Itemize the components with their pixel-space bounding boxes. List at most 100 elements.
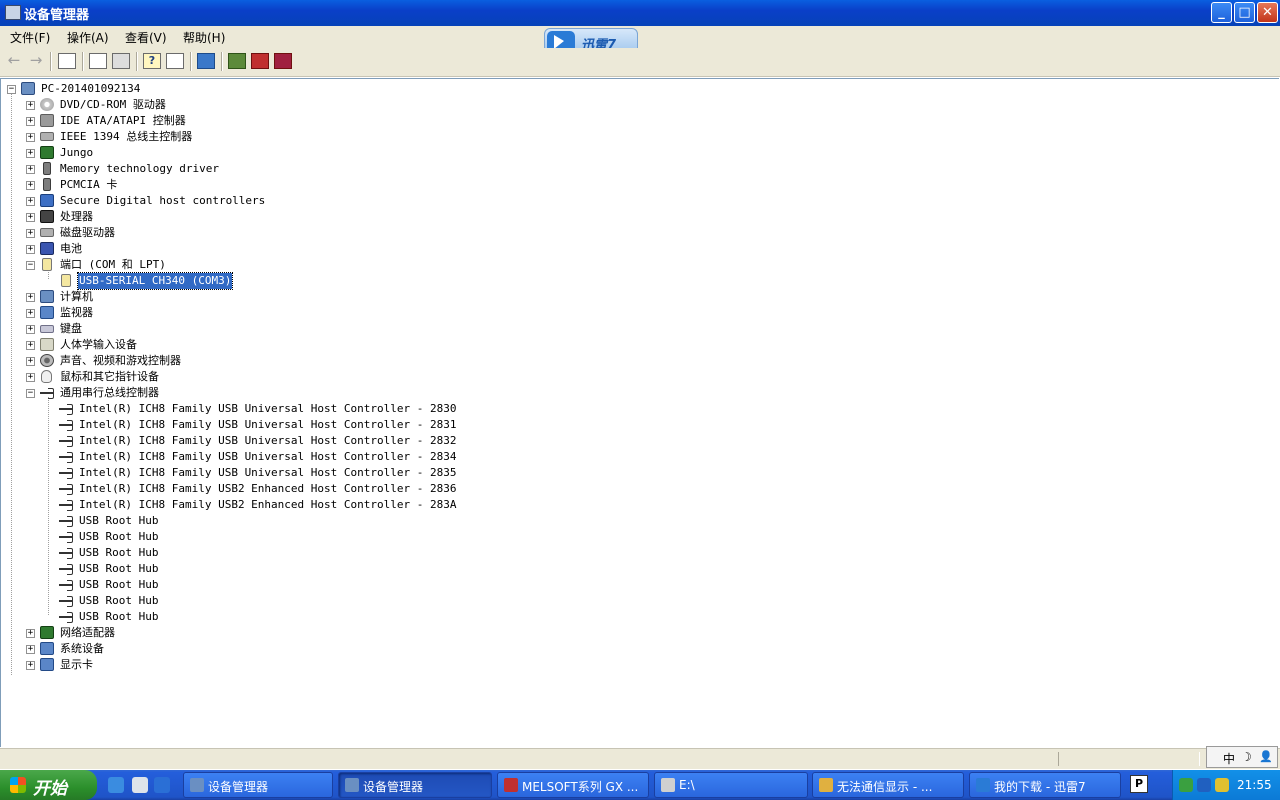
expand-expander[interactable]: + xyxy=(26,245,35,254)
scan-hardware-icon[interactable] xyxy=(197,53,215,69)
title-bar[interactable]: 设备管理器 _ □ ✕ xyxy=(0,0,1280,26)
tree-device-label: Intel(R) ICH8 Family USB Universal Host … xyxy=(79,402,457,415)
update-driver-icon[interactable] xyxy=(228,53,246,69)
drive-icon xyxy=(661,778,675,792)
ime-toolbar[interactable]: 中 ☽ 👤 xyxy=(1206,746,1278,768)
taskbar-task-label: 我的下载 - 迅雷7 xyxy=(994,780,1086,794)
start-label: 开始 xyxy=(33,779,67,799)
taskbar-task-label: MELSOFT系列 GX ... xyxy=(522,780,639,794)
thunder-icon xyxy=(976,778,990,792)
back-icon[interactable]: ← xyxy=(5,53,23,69)
taskbar-task-label: 设备管理器 xyxy=(208,780,269,794)
expand-expander[interactable]: + xyxy=(26,645,35,654)
device-manager-icon xyxy=(345,778,359,792)
expand-expander[interactable]: + xyxy=(26,325,35,334)
expand-expander[interactable]: + xyxy=(26,133,35,142)
toolbar-separator xyxy=(82,52,84,71)
usb-icon xyxy=(40,386,54,399)
collapse-expander[interactable]: − xyxy=(26,389,35,398)
expand-expander[interactable]: + xyxy=(26,357,35,366)
usb-icon xyxy=(59,466,73,479)
tree-category-label: Memory technology driver xyxy=(60,162,219,175)
show-hide-tree-icon[interactable] xyxy=(58,53,76,69)
tree-category-label: Jungo xyxy=(60,146,94,159)
collapse-expander[interactable]: − xyxy=(26,261,35,270)
disable-icon[interactable] xyxy=(274,53,292,69)
menu-view[interactable]: 查看(V) xyxy=(125,29,167,46)
expand-expander[interactable]: + xyxy=(26,117,35,126)
list-view-icon[interactable] xyxy=(166,53,184,69)
status-bar xyxy=(0,748,1280,769)
print-icon[interactable] xyxy=(112,53,130,69)
processor-icon xyxy=(40,210,54,223)
mouse-icon xyxy=(41,370,52,383)
expand-expander[interactable]: + xyxy=(26,213,35,222)
menu-help[interactable]: 帮助(H) xyxy=(183,29,225,46)
tree-category-label: PCMCIA 卡 xyxy=(60,178,118,191)
minimize-button[interactable]: _ xyxy=(1211,2,1232,23)
document-icon xyxy=(819,778,833,792)
forward-icon[interactable]: → xyxy=(27,53,45,69)
ieee1394-icon xyxy=(40,132,54,141)
usb-icon xyxy=(59,482,73,495)
expand-expander[interactable]: + xyxy=(26,293,35,302)
user-icon[interactable]: 👤 xyxy=(1259,750,1273,763)
expand-expander[interactable]: + xyxy=(26,661,35,670)
ie-browser-icon[interactable] xyxy=(108,777,124,793)
menu-action[interactable]: 操作(A) xyxy=(67,29,109,46)
device-manager-icon xyxy=(5,5,21,20)
expand-expander[interactable]: + xyxy=(26,101,35,110)
expand-expander[interactable]: + xyxy=(26,197,35,206)
device-tree[interactable]: − PC-201401092134 + DVD/CD-ROM 驱动器 + IDE… xyxy=(0,78,1279,747)
expand-expander[interactable]: + xyxy=(26,341,35,350)
security-shield-icon[interactable] xyxy=(1215,778,1229,792)
expand-expander[interactable]: + xyxy=(26,229,35,238)
ime-language-indicator[interactable]: 中 xyxy=(1223,750,1235,767)
maximize-button[interactable]: □ xyxy=(1234,2,1255,23)
expand-expander[interactable]: + xyxy=(26,149,35,158)
taskbar-task-active[interactable]: 设备管理器 xyxy=(338,772,492,798)
taskbar-task[interactable]: 我的下载 - 迅雷7 xyxy=(969,772,1121,798)
taskbar-task[interactable]: 无法通信显示 - ... xyxy=(812,772,964,798)
melsoft-icon xyxy=(504,778,518,792)
usb-icon xyxy=(59,434,73,447)
taskbar-task[interactable]: 设备管理器 xyxy=(183,772,333,798)
expand-expander[interactable]: + xyxy=(26,309,35,318)
help-icon[interactable]: ? xyxy=(143,53,161,69)
expand-expander[interactable]: + xyxy=(26,373,35,382)
taskbar-task-label: 无法通信显示 - ... xyxy=(837,780,933,794)
moon-icon[interactable]: ☽ xyxy=(1241,750,1252,764)
tree-device-label: Intel(R) ICH8 Family USB Universal Host … xyxy=(79,434,457,447)
hid-icon xyxy=(40,338,54,351)
speaker-tray-icon[interactable] xyxy=(1197,778,1211,792)
ie-quicklaunch-icon[interactable] xyxy=(154,777,170,793)
tree-category-label: 键盘 xyxy=(60,322,82,335)
p-button[interactable]: P xyxy=(1130,775,1148,793)
tree-category-label: 通用串行总线控制器 xyxy=(60,386,159,399)
close-button[interactable]: ✕ xyxy=(1257,2,1278,23)
expand-expander[interactable]: + xyxy=(26,165,35,174)
menu-file[interactable]: 文件(F) xyxy=(10,29,50,46)
expand-expander[interactable]: + xyxy=(26,629,35,638)
tree-category-label: 监视器 xyxy=(60,306,93,319)
computer-icon xyxy=(40,290,54,303)
tree-device-label: Intel(R) ICH8 Family USB Universal Host … xyxy=(79,450,457,463)
expand-expander[interactable]: + xyxy=(26,181,35,190)
network-tray-icon[interactable] xyxy=(1179,778,1193,792)
collapse-expander[interactable]: − xyxy=(7,85,16,94)
taskbar-task[interactable]: E:\ xyxy=(654,772,808,798)
properties-icon[interactable] xyxy=(89,53,107,69)
tree-category-label: 鼠标和其它指针设备 xyxy=(60,370,159,383)
media-icon[interactable] xyxy=(132,777,148,793)
toolbar: ← → ? xyxy=(0,48,1280,77)
clock[interactable]: 21:55 xyxy=(1237,778,1272,792)
uninstall-icon[interactable] xyxy=(251,53,269,69)
battery-icon xyxy=(40,242,54,255)
system-tray: 21:55 xyxy=(1172,770,1280,800)
taskbar-task[interactable]: MELSOFT系列 GX ... xyxy=(497,772,649,798)
start-button[interactable]: 开始 xyxy=(0,770,97,800)
window-title: 设备管理器 xyxy=(24,8,90,23)
usb-icon xyxy=(59,546,73,559)
usb-icon xyxy=(59,418,73,431)
computer-icon xyxy=(21,82,35,95)
